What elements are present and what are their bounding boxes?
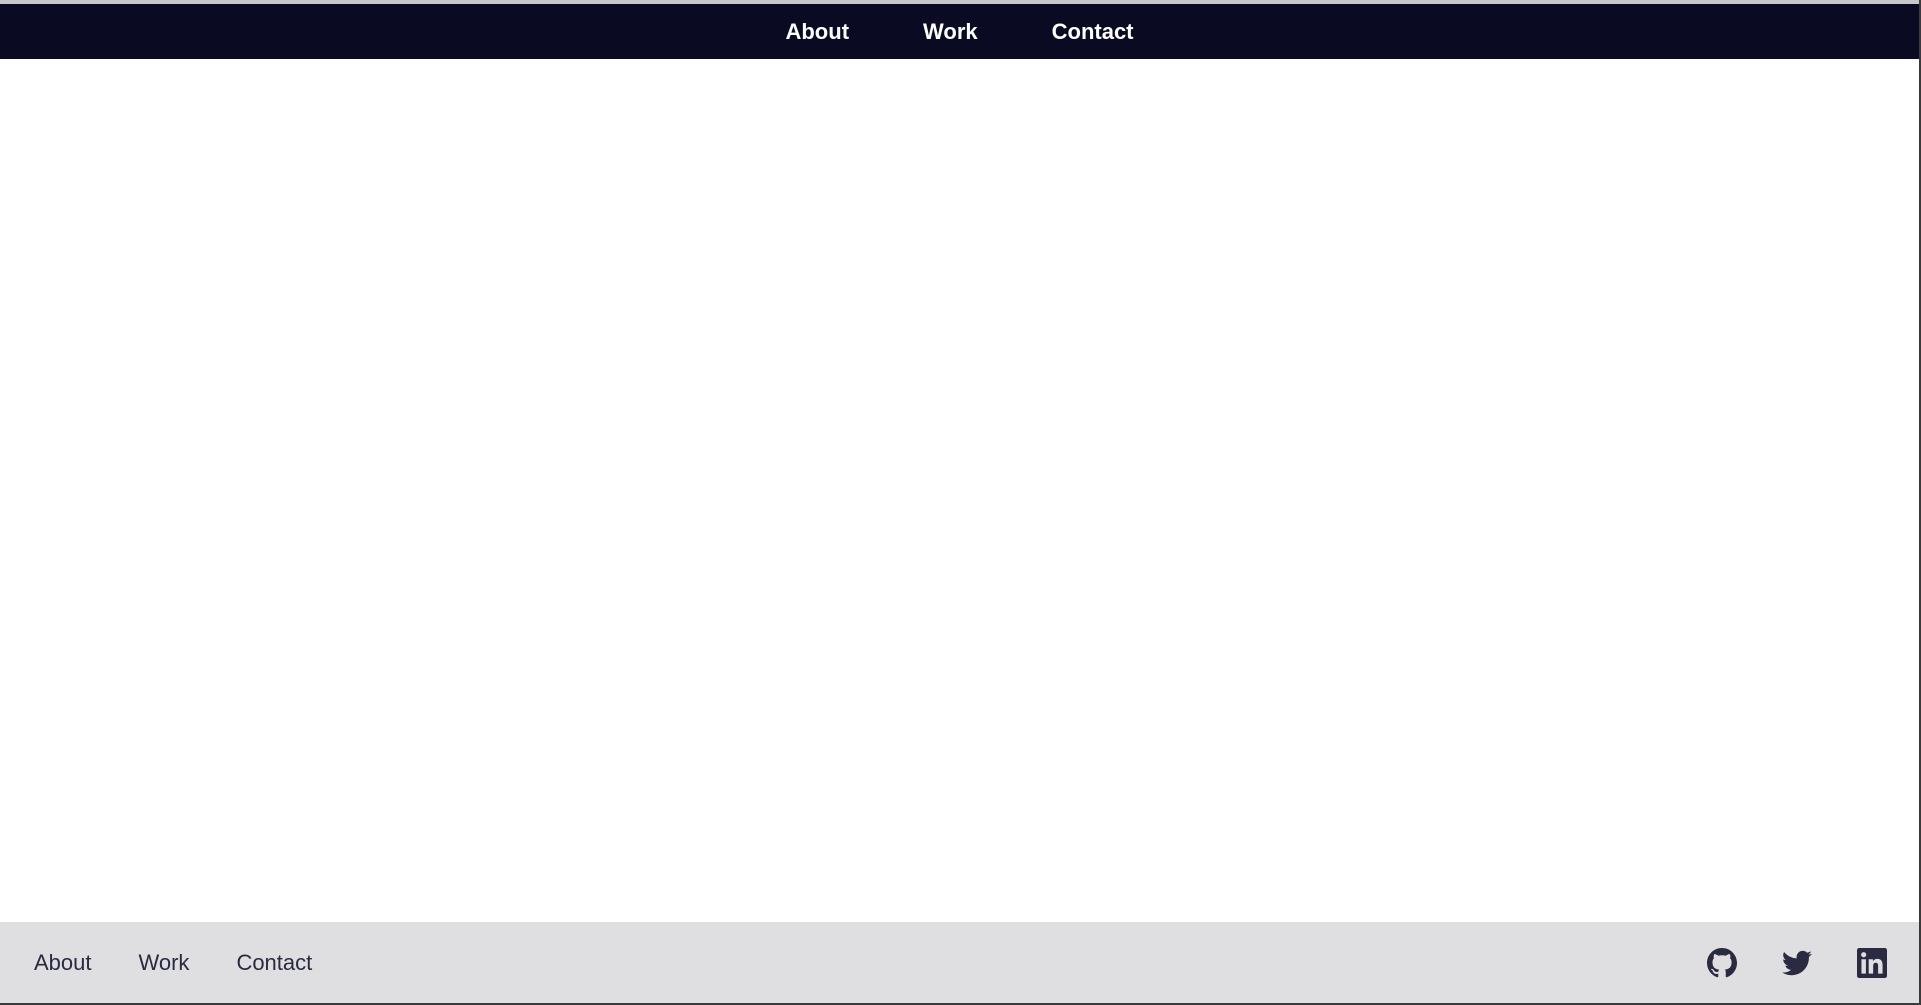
footer: About Work Contact xyxy=(0,922,1919,1003)
header-nav: About Work Contact xyxy=(0,4,1919,59)
linkedin-link[interactable] xyxy=(1857,947,1887,978)
linkedin-icon xyxy=(1857,947,1887,978)
header-nav-contact[interactable]: Contact xyxy=(1052,19,1134,45)
footer-nav-work[interactable]: Work xyxy=(139,950,190,976)
header-nav-about[interactable]: About xyxy=(785,19,849,45)
main-content xyxy=(0,59,1919,922)
footer-nav: About Work Contact xyxy=(0,950,359,976)
twitter-icon xyxy=(1782,950,1812,975)
github-icon xyxy=(1707,947,1737,977)
header-nav-work[interactable]: Work xyxy=(923,19,978,45)
footer-nav-contact[interactable]: Contact xyxy=(236,950,312,976)
twitter-link[interactable] xyxy=(1782,948,1812,978)
social-links xyxy=(1662,947,1919,978)
footer-nav-about[interactable]: About xyxy=(34,950,92,976)
page-frame: About Work Contact About Work Contact xyxy=(0,0,1921,1005)
github-link[interactable] xyxy=(1707,947,1737,978)
